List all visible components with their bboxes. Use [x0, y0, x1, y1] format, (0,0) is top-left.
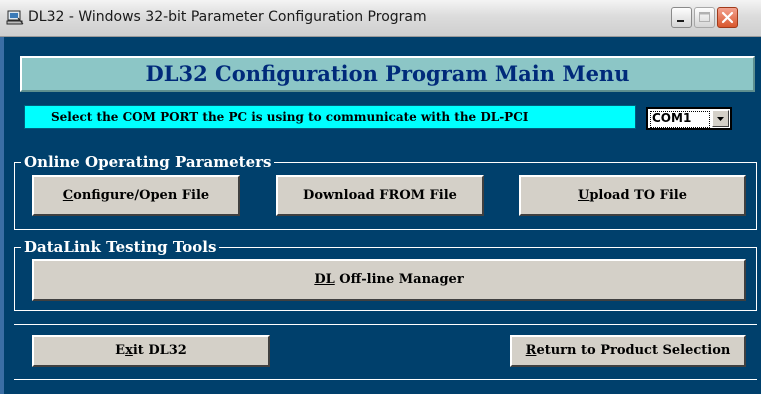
button-label-prefix: E — [115, 343, 126, 358]
button-label: pload TO File — [589, 188, 687, 203]
dl-offline-manager-button[interactable]: DL Off-line Manager — [32, 259, 746, 301]
button-mnemonic: DL — [314, 272, 335, 287]
button-label: eturn to Product Selection — [536, 343, 731, 358]
button-mnemonic: R — [525, 343, 537, 358]
exit-button[interactable]: Exit DL32 — [32, 335, 270, 367]
com-port-select[interactable]: COM1 — [646, 107, 732, 130]
window-title: DL32 - Windows 32-bit Parameter Configur… — [28, 9, 427, 25]
button-mnemonic: C — [62, 188, 74, 203]
chevron-down-icon — [713, 111, 728, 130]
download-from-file-button[interactable]: Download FROM File — [276, 175, 484, 216]
return-to-product-selection-button[interactable]: Return to Product Selection — [510, 335, 746, 367]
divider — [14, 324, 757, 325]
button-label: Download FROM File — [303, 188, 457, 203]
button-label: Off-line Manager — [334, 272, 464, 287]
com-port-value: COM1 — [652, 111, 692, 125]
application-window: DL32 - Windows 32-bit Parameter Configur… — [0, 0, 761, 394]
divider — [14, 379, 757, 380]
page-title: DL32 Configuration Program Main Menu — [20, 56, 755, 92]
dropdown-button[interactable] — [712, 110, 729, 127]
button-label: onfigure/Open File — [73, 188, 210, 203]
computer-icon[interactable] — [6, 10, 24, 26]
group-legend: DataLink Testing Tools — [21, 238, 220, 256]
button-mnemonic: x — [125, 343, 133, 358]
maximize-button[interactable] — [694, 7, 715, 28]
minimize-button[interactable] — [671, 7, 692, 28]
button-label: it DL32 — [132, 343, 187, 358]
close-button[interactable] — [717, 7, 738, 28]
main-form: DL32 Configuration Program Main Menu Sel… — [4, 37, 761, 394]
group-legend: Online Operating Parameters — [21, 153, 275, 171]
upload-to-file-button[interactable]: Upload TO File — [519, 175, 746, 216]
com-port-label: Select the COM PORT the PC is using to c… — [24, 105, 636, 129]
title-bar[interactable]: DL32 - Windows 32-bit Parameter Configur… — [0, 0, 761, 37]
button-mnemonic: U — [578, 188, 590, 203]
configure-open-file-button[interactable]: Configure/Open File — [32, 175, 240, 216]
